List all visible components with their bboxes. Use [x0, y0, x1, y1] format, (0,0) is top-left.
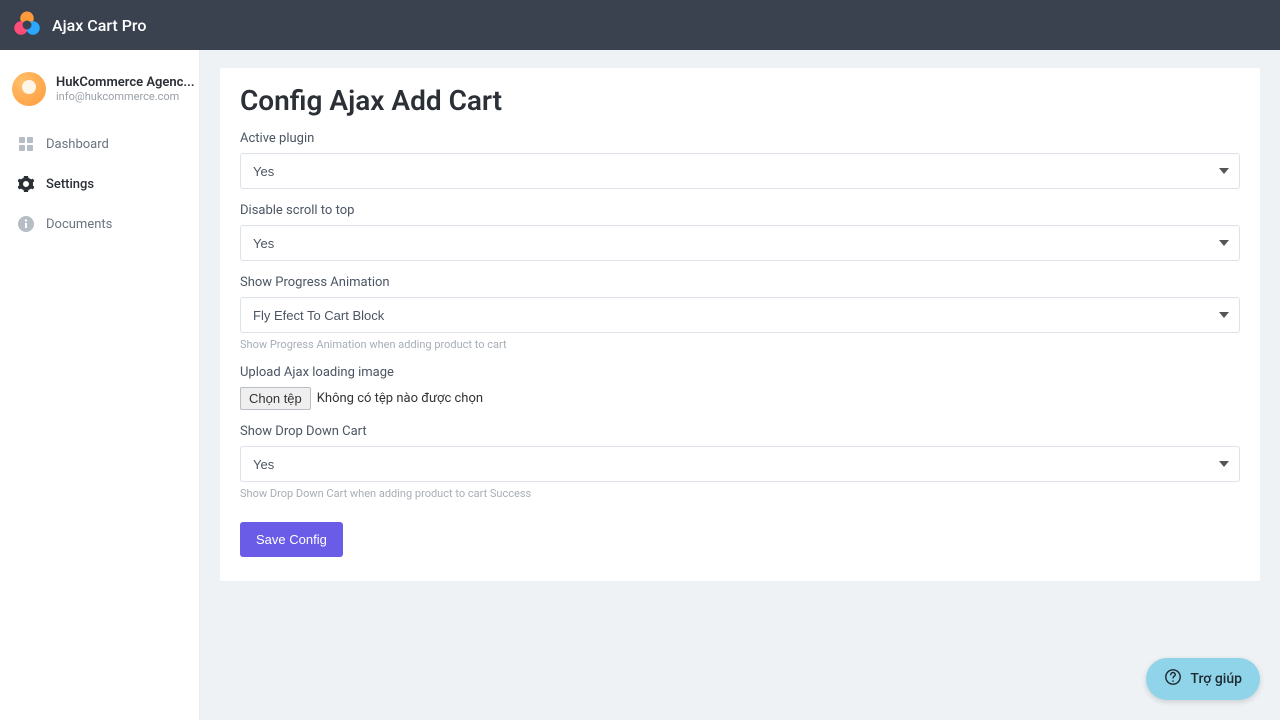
sidebar: HukCommerce Agenc... info@hukcommerce.co… — [0, 50, 200, 720]
label-show-dropdown: Show Drop Down Cart — [240, 424, 1240, 439]
config-card: Config Ajax Add Cart Active plugin Yes D… — [220, 68, 1260, 581]
dashboard-icon — [18, 136, 34, 152]
file-choose-button[interactable]: Chọn tệp — [240, 387, 311, 410]
select-progress-animation[interactable]: Fly Efect To Cart Block — [240, 297, 1240, 333]
gear-icon — [18, 176, 34, 192]
save-config-button[interactable]: Save Config — [240, 522, 343, 557]
label-progress-animation: Show Progress Animation — [240, 275, 1240, 290]
sidebar-item-label: Documents — [46, 217, 112, 232]
sidebar-item-settings[interactable]: Settings — [0, 164, 199, 204]
page-title: Config Ajax Add Cart — [240, 84, 1240, 117]
help-label: Trợ giúp — [1190, 671, 1242, 687]
field-progress-animation: Show Progress Animation Fly Efect To Car… — [240, 275, 1240, 351]
file-selected-text: Không có tệp nào được chọn — [317, 391, 483, 406]
user-name: HukCommerce Agenc... — [56, 75, 195, 90]
label-active-plugin: Active plugin — [240, 131, 1240, 146]
app-logo-icon — [12, 10, 42, 40]
field-disable-scroll: Disable scroll to top Yes — [240, 203, 1240, 261]
user-email: info@hukcommerce.com — [56, 90, 195, 103]
info-icon — [18, 216, 34, 232]
sidebar-item-label: Dashboard — [46, 137, 109, 152]
help-progress-animation: Show Progress Animation when adding prod… — [240, 338, 1240, 351]
field-upload-image: Upload Ajax loading image Chọn tệp Không… — [240, 365, 1240, 410]
topbar: Ajax Cart Pro — [0, 0, 1280, 50]
sidebar-item-documents[interactable]: Documents — [0, 204, 199, 244]
select-active-plugin[interactable]: Yes — [240, 153, 1240, 189]
help-show-dropdown: Show Drop Down Cart when adding product … — [240, 487, 1240, 500]
help-icon — [1164, 668, 1190, 690]
select-show-dropdown[interactable]: Yes — [240, 446, 1240, 482]
field-active-plugin: Active plugin Yes — [240, 131, 1240, 189]
field-show-dropdown: Show Drop Down Cart Yes Show Drop Down C… — [240, 424, 1240, 500]
main-content: Config Ajax Add Cart Active plugin Yes D… — [200, 50, 1280, 720]
app-title: Ajax Cart Pro — [52, 16, 146, 35]
sidebar-item-dashboard[interactable]: Dashboard — [0, 124, 199, 164]
user-block: HukCommerce Agenc... info@hukcommerce.co… — [0, 60, 199, 124]
label-upload-image: Upload Ajax loading image — [240, 365, 1240, 380]
sidebar-item-label: Settings — [46, 177, 94, 192]
avatar — [12, 72, 46, 106]
label-disable-scroll: Disable scroll to top — [240, 203, 1240, 218]
help-button[interactable]: Trợ giúp — [1146, 658, 1260, 700]
select-disable-scroll[interactable]: Yes — [240, 225, 1240, 261]
